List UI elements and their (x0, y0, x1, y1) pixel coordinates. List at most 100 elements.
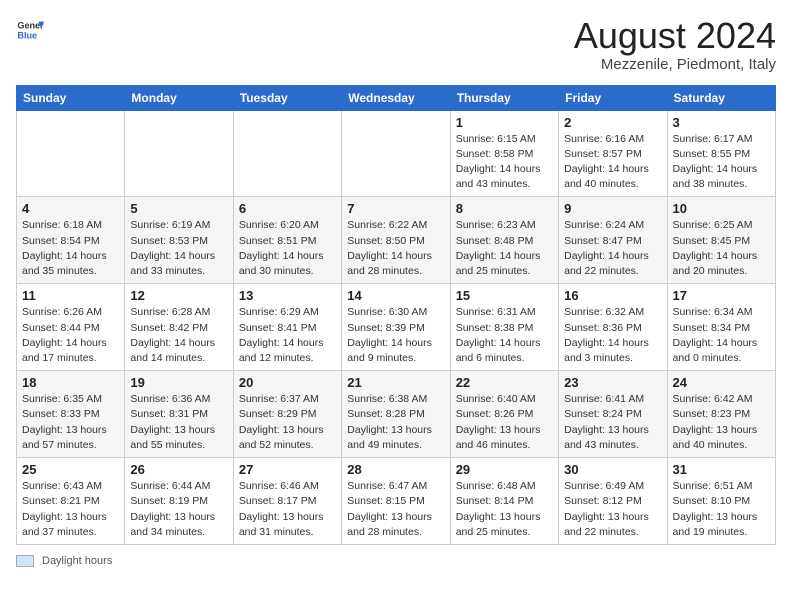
calendar-cell: 21 Sunrise: 6:38 AM Sunset: 8:28 PM Dayli… (342, 371, 450, 458)
calendar-cell (233, 110, 341, 197)
calendar-cell (17, 110, 125, 197)
day-info: Sunrise: 6:15 AM Sunset: 8:58 PM Dayligh… (456, 132, 553, 193)
week-row: 25Sunrise: 6:43 AM Sunset: 8:21 PM Dayli… (17, 458, 776, 545)
day-info: Sunrise: 6:31 AM Sunset: 8:38 PM Dayligh… (456, 305, 553, 366)
day-info: Sunrise: 6:20 AM Sunset: 8:51 PM Dayligh… (239, 218, 336, 279)
calendar-cell: 13Sunrise: 6:29 AM Sunset: 8:41 PM Dayli… (233, 284, 341, 371)
calendar-cell: 9 Sunrise: 6:24 AM Sunset: 8:47 PM Daylig… (559, 197, 667, 284)
calendar-subtitle: Mezzenile, Piedmont, Italy (574, 56, 776, 73)
calendar-cell: 30 Sunrise: 6:49 AM Sunset: 8:12 PM Dayli… (559, 458, 667, 545)
header-row: SundayMondayTuesdayWednesdayThursdayFrid… (17, 85, 776, 110)
calendar-cell: 19Sunrise: 6:36 AM Sunset: 8:31 PM Dayli… (125, 371, 233, 458)
week-row: 11 Sunrise: 6:26 AM Sunset: 8:44 PM Dayli… (17, 284, 776, 371)
calendar-cell: 5Sunrise: 6:19 AM Sunset: 8:53 PM Daylig… (125, 197, 233, 284)
day-info: Sunrise: 6:37 AM Sunset: 8:29 PM Dayligh… (239, 392, 336, 453)
day-info: Sunrise: 6:34 AM Sunset: 8:34 PM Dayligh… (673, 305, 770, 366)
day-number: 29 (456, 462, 553, 477)
day-number: 13 (239, 288, 336, 303)
calendar-cell: 12 Sunrise: 6:28 AM Sunset: 8:42 PM Dayli… (125, 284, 233, 371)
day-info: Sunrise: 6:46 AM Sunset: 8:17 PM Dayligh… (239, 479, 336, 540)
day-info: Sunrise: 6:49 AM Sunset: 8:12 PM Dayligh… (564, 479, 661, 540)
day-number: 24 (673, 375, 770, 390)
day-number: 2 (564, 115, 661, 130)
day-number: 9 (564, 201, 661, 216)
day-number: 27 (239, 462, 336, 477)
calendar-cell: 25Sunrise: 6:43 AM Sunset: 8:21 PM Dayli… (17, 458, 125, 545)
calendar-cell: 4 Sunrise: 6:18 AM Sunset: 8:54 PM Daylig… (17, 197, 125, 284)
day-number: 18 (22, 375, 119, 390)
calendar-cell: 22 Sunrise: 6:40 AM Sunset: 8:26 PM Dayli… (450, 371, 558, 458)
calendar-cell: 10 Sunrise: 6:25 AM Sunset: 8:45 PM Dayli… (667, 197, 775, 284)
day-info: Sunrise: 6:28 AM Sunset: 8:42 PM Dayligh… (130, 305, 227, 366)
calendar-table: SundayMondayTuesdayWednesdayThursdayFrid… (16, 85, 776, 545)
calendar-cell: 1Sunrise: 6:15 AM Sunset: 8:58 PM Daylig… (450, 110, 558, 197)
day-header-monday: Monday (125, 85, 233, 110)
day-info: Sunrise: 6:32 AM Sunset: 8:36 PM Dayligh… (564, 305, 661, 366)
day-number: 26 (130, 462, 227, 477)
day-number: 10 (673, 201, 770, 216)
calendar-cell: 15 Sunrise: 6:31 AM Sunset: 8:38 PM Dayli… (450, 284, 558, 371)
day-number: 30 (564, 462, 661, 477)
day-number: 20 (239, 375, 336, 390)
calendar-cell: 24 Sunrise: 6:42 AM Sunset: 8:23 PM Dayli… (667, 371, 775, 458)
day-info: Sunrise: 6:42 AM Sunset: 8:23 PM Dayligh… (673, 392, 770, 453)
daylight-label: Daylight hours (42, 555, 112, 567)
day-info: Sunrise: 6:38 AM Sunset: 8:28 PM Dayligh… (347, 392, 444, 453)
calendar-cell: 28Sunrise: 6:47 AM Sunset: 8:15 PM Dayli… (342, 458, 450, 545)
day-info: Sunrise: 6:43 AM Sunset: 8:21 PM Dayligh… (22, 479, 119, 540)
week-row: 4 Sunrise: 6:18 AM Sunset: 8:54 PM Daylig… (17, 197, 776, 284)
calendar-cell: 7 Sunrise: 6:22 AM Sunset: 8:50 PM Daylig… (342, 197, 450, 284)
svg-text:Blue: Blue (17, 30, 37, 40)
calendar-cell: 8Sunrise: 6:23 AM Sunset: 8:48 PM Daylig… (450, 197, 558, 284)
day-info: Sunrise: 6:26 AM Sunset: 8:44 PM Dayligh… (22, 305, 119, 366)
day-number: 7 (347, 201, 444, 216)
day-header-saturday: Saturday (667, 85, 775, 110)
calendar-cell: 6Sunrise: 6:20 AM Sunset: 8:51 PM Daylig… (233, 197, 341, 284)
day-header-wednesday: Wednesday (342, 85, 450, 110)
calendar-cell: 26 Sunrise: 6:44 AM Sunset: 8:19 PM Dayli… (125, 458, 233, 545)
daylight-legend-box (16, 555, 34, 567)
calendar-cell: 17 Sunrise: 6:34 AM Sunset: 8:34 PM Dayli… (667, 284, 775, 371)
day-number: 22 (456, 375, 553, 390)
calendar-cell: 20 Sunrise: 6:37 AM Sunset: 8:29 PM Dayli… (233, 371, 341, 458)
day-info: Sunrise: 6:22 AM Sunset: 8:50 PM Dayligh… (347, 218, 444, 279)
calendar-cell: 16 Sunrise: 6:32 AM Sunset: 8:36 PM Dayli… (559, 284, 667, 371)
logo-icon: General Blue (16, 16, 44, 44)
day-number: 21 (347, 375, 444, 390)
day-number: 16 (564, 288, 661, 303)
day-header-tuesday: Tuesday (233, 85, 341, 110)
day-number: 12 (130, 288, 227, 303)
calendar-cell: 2 Sunrise: 6:16 AM Sunset: 8:57 PM Daylig… (559, 110, 667, 197)
calendar-cell (342, 110, 450, 197)
day-number: 4 (22, 201, 119, 216)
calendar-cell: 29Sunrise: 6:48 AM Sunset: 8:14 PM Dayli… (450, 458, 558, 545)
page-header: General Blue August 2024 Mezzenile, Pied… (16, 16, 776, 73)
day-info: Sunrise: 6:30 AM Sunset: 8:39 PM Dayligh… (347, 305, 444, 366)
title-block: August 2024 Mezzenile, Piedmont, Italy (574, 16, 776, 73)
day-info: Sunrise: 6:25 AM Sunset: 8:45 PM Dayligh… (673, 218, 770, 279)
calendar-cell: 11 Sunrise: 6:26 AM Sunset: 8:44 PM Dayli… (17, 284, 125, 371)
day-info: Sunrise: 6:51 AM Sunset: 8:10 PM Dayligh… (673, 479, 770, 540)
calendar-body: 1Sunrise: 6:15 AM Sunset: 8:58 PM Daylig… (17, 110, 776, 544)
calendar-cell: 18Sunrise: 6:35 AM Sunset: 8:33 PM Dayli… (17, 371, 125, 458)
calendar-title: August 2024 (574, 16, 776, 56)
calendar-cell: 14Sunrise: 6:30 AM Sunset: 8:39 PM Dayli… (342, 284, 450, 371)
logo: General Blue (16, 16, 44, 44)
day-number: 11 (22, 288, 119, 303)
day-info: Sunrise: 6:44 AM Sunset: 8:19 PM Dayligh… (130, 479, 227, 540)
day-number: 17 (673, 288, 770, 303)
calendar-cell: 31 Sunrise: 6:51 AM Sunset: 8:10 PM Dayli… (667, 458, 775, 545)
calendar-cell (125, 110, 233, 197)
day-header-sunday: Sunday (17, 85, 125, 110)
day-number: 19 (130, 375, 227, 390)
footer: Daylight hours (16, 555, 776, 567)
day-info: Sunrise: 6:18 AM Sunset: 8:54 PM Dayligh… (22, 218, 119, 279)
day-number: 31 (673, 462, 770, 477)
day-info: Sunrise: 6:40 AM Sunset: 8:26 PM Dayligh… (456, 392, 553, 453)
calendar-cell: 27 Sunrise: 6:46 AM Sunset: 8:17 PM Dayli… (233, 458, 341, 545)
day-info: Sunrise: 6:16 AM Sunset: 8:57 PM Dayligh… (564, 132, 661, 193)
day-info: Sunrise: 6:24 AM Sunset: 8:47 PM Dayligh… (564, 218, 661, 279)
week-row: 18Sunrise: 6:35 AM Sunset: 8:33 PM Dayli… (17, 371, 776, 458)
calendar-cell: 3Sunrise: 6:17 AM Sunset: 8:55 PM Daylig… (667, 110, 775, 197)
day-number: 15 (456, 288, 553, 303)
